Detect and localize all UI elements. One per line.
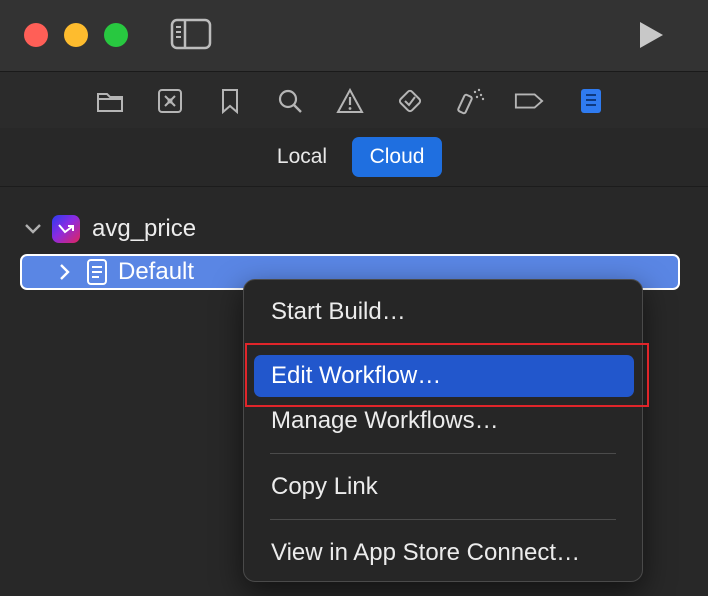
menu-item-manage-workflows[interactable]: Manage Workflows… [254, 400, 634, 442]
debug-icon[interactable] [455, 87, 485, 115]
menu-item-edit-workflow[interactable]: Edit Workflow… [254, 355, 634, 397]
chevron-right-icon[interactable] [54, 261, 76, 283]
source-control-icon[interactable] [155, 87, 185, 115]
divider [0, 186, 708, 187]
zoom-window-button[interactable] [104, 23, 128, 47]
test-icon[interactable] [395, 87, 425, 115]
run-play-icon[interactable] [636, 20, 666, 55]
tab-local[interactable]: Local [266, 137, 338, 177]
chevron-down-icon[interactable] [22, 218, 44, 240]
app-icon [52, 215, 80, 243]
project-row[interactable]: avg_price [22, 211, 196, 247]
sidebar-toggle-icon[interactable] [170, 18, 212, 55]
context-menu: Start Build… Edit Workflow… Manage Workf… [243, 279, 643, 582]
navigator-toolbar [0, 72, 708, 128]
menu-separator [270, 453, 616, 454]
menu-item-copy-link[interactable]: Copy Link [254, 466, 634, 508]
folder-icon[interactable] [95, 87, 125, 115]
bookmark-icon[interactable] [215, 87, 245, 115]
workflow-document-icon [86, 258, 108, 286]
project-label: avg_price [92, 215, 197, 242]
title-bar [0, 0, 708, 72]
breakpoint-icon[interactable] [514, 87, 544, 115]
minimize-window-button[interactable] [64, 23, 88, 47]
tab-cloud[interactable]: Cloud [352, 137, 442, 177]
search-icon[interactable] [275, 87, 305, 115]
close-window-button[interactable] [24, 23, 48, 47]
menu-separator [270, 519, 616, 520]
menu-item-view-in-app-store-connect[interactable]: View in App Store Connect… [254, 532, 634, 574]
warning-icon[interactable] [335, 87, 365, 115]
report-icon[interactable] [576, 87, 606, 115]
menu-separator [270, 343, 616, 344]
workflow-label: Default [118, 258, 195, 285]
menu-item-start-build[interactable]: Start Build… [254, 291, 634, 333]
